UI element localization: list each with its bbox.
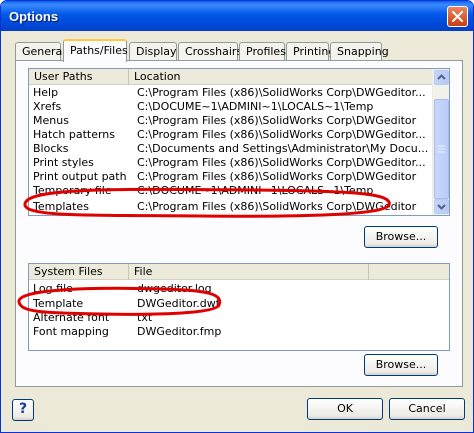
tab-general[interactable]: General [15, 42, 65, 61]
paths-files-panel: User Paths Location Help C:\Program File… [15, 60, 463, 387]
user-path-location: C:\Program Files (x86)\SolidWorks Corp\D… [137, 156, 426, 169]
browse-user-paths-button[interactable]: Browse... [364, 226, 438, 248]
title-bar[interactable]: Options [1, 1, 473, 31]
system-file-name: Log file [33, 282, 73, 295]
user-path-row[interactable]: Blocks C:\Documents and Settings\Adminis… [29, 142, 449, 156]
user-path-row[interactable]: Temporary file C:\DOCUME~1\ADMINI~1\LOCA… [29, 184, 449, 198]
window-title: Options [9, 9, 59, 24]
tab-printing[interactable]: Printing [286, 42, 335, 61]
user-path-row[interactable]: Xrefs C:\DOCUME~1\ADMINI~1\LOCALS~1\Temp [29, 100, 449, 114]
ok-button[interactable]: OK [307, 398, 383, 420]
scroll-down-button[interactable] [434, 199, 449, 214]
column-header-file[interactable]: File [129, 264, 369, 280]
user-path-name: Help [33, 86, 59, 99]
user-path-name: Temporary file [33, 184, 112, 197]
user-path-name: Xrefs [33, 100, 62, 113]
user-paths-scrollbar[interactable] [432, 69, 449, 215]
system-file-row[interactable]: Alternate font txt [29, 311, 449, 325]
user-path-location: C:\Program Files (x86)\SolidWorks Corp\D… [137, 170, 417, 183]
system-file-value: DWGeditor.fmp [137, 325, 222, 338]
tab-snapping[interactable]: Snapping [330, 42, 389, 61]
system-file-row-template[interactable]: Template DWGeditor.dwt [29, 297, 449, 311]
user-path-name: Print styles [33, 156, 94, 169]
system-file-row[interactable]: Font mapping DWGeditor.fmp [29, 325, 449, 339]
close-icon [452, 11, 463, 22]
user-path-location: C:\DOCUME~1\ADMINI~1\LOCALS~1\Temp [137, 100, 374, 113]
user-path-row[interactable]: Menus C:\Program Files (x86)\SolidWorks … [29, 114, 449, 128]
tab-display[interactable]: Display [129, 42, 177, 61]
system-file-name: Template [33, 297, 84, 310]
user-path-name: Menus [33, 114, 69, 127]
user-path-name: Blocks [33, 142, 69, 155]
system-file-name: Font mapping [33, 325, 109, 338]
user-path-location: C:\Program Files (x86)\SolidWorks Corp\D… [137, 86, 426, 99]
user-path-location: C:\DOCUME~1\ADMINI~1\LOCALS~1\Temp [137, 184, 374, 197]
system-files-list[interactable]: System Files File Log file dwgeditor.log… [28, 263, 450, 351]
system-file-name: Alternate font [33, 311, 110, 324]
system-file-value: dwgeditor.log [137, 282, 212, 295]
scroll-up-button[interactable] [434, 70, 449, 85]
user-path-row[interactable]: Help C:\Program Files (x86)\SolidWorks C… [29, 86, 449, 100]
column-header-system-files[interactable]: System Files [29, 264, 129, 280]
user-path-row-templates[interactable]: Templates C:\Program Files (x86)\SolidWo… [29, 200, 449, 214]
user-path-row[interactable]: Print output path C:\Program Files (x86)… [29, 170, 449, 184]
scroll-thumb[interactable] [434, 99, 449, 199]
user-path-name: Print output path [33, 170, 127, 183]
user-paths-list[interactable]: User Paths Location Help C:\Program File… [28, 68, 450, 216]
cancel-button[interactable]: Cancel [389, 398, 465, 420]
tab-crosshairs[interactable]: Crosshairs [178, 42, 242, 61]
tab-profiles[interactable]: Profiles [239, 42, 286, 61]
help-button[interactable]: ? [12, 399, 34, 421]
user-path-name: Hatch patterns [33, 128, 115, 141]
chevron-up-icon [437, 74, 446, 80]
tab-paths-files[interactable]: Paths/Files [63, 39, 128, 62]
user-paths-header: User Paths Location [29, 69, 449, 85]
system-file-row[interactable]: Log file dwgeditor.log [29, 282, 449, 296]
user-path-name: Templates [33, 200, 89, 213]
system-file-value: DWGeditor.dwt [137, 297, 221, 310]
browse-system-files-button[interactable]: Browse... [364, 354, 438, 376]
column-header-user-paths[interactable]: User Paths [29, 69, 129, 85]
column-header-location[interactable]: Location [129, 69, 434, 85]
system-file-value: txt [137, 311, 153, 324]
user-path-row[interactable]: Print styles C:\Program Files (x86)\Soli… [29, 156, 449, 170]
user-path-location: C:\Documents and Settings\Administrator\… [137, 142, 429, 155]
user-path-location: C:\Program Files (x86)\SolidWorks Corp\D… [137, 114, 417, 127]
system-files-header: System Files File [29, 264, 449, 280]
chevron-down-icon [437, 204, 446, 210]
user-path-row[interactable]: Hatch patterns C:\Program Files (x86)\So… [29, 128, 449, 142]
user-path-location: C:\Program Files (x86)\SolidWorks Corp\D… [137, 128, 426, 141]
user-path-location: C:\Program Files (x86)\SolidWorks Corp\D… [137, 200, 417, 213]
close-button[interactable] [447, 6, 468, 27]
options-dialog: Options General Paths/Files Display Cros… [0, 0, 474, 433]
grip-icon [438, 145, 445, 153]
